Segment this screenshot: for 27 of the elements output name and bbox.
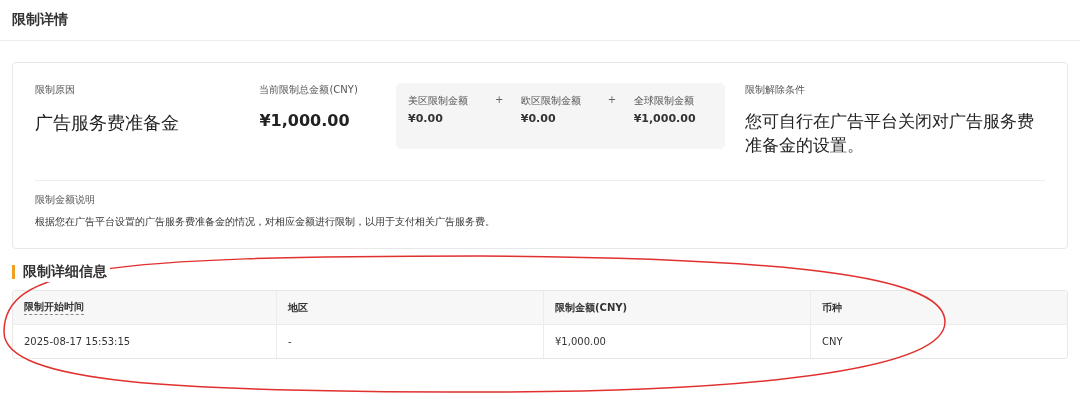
description-text: 根据您在广告平台设置的广告服务费准备金的情况，对相应金额进行限制，以用于支付相关广告服务费。 [35, 215, 496, 229]
column-header: 币种 [822, 300, 842, 315]
page-title: 限制详情 [12, 11, 68, 29]
table-cell: ¥1,000.00 [555, 336, 606, 347]
amount-value: ¥0.00 [520, 112, 557, 125]
plus-sign: + [606, 94, 618, 105]
field-label: 限制解除条件 [745, 83, 806, 97]
field-value: 您可自行在广告平台关闭对广告服务费准备金的设置。 [745, 110, 1035, 157]
amount-value: ¥0.00 [408, 112, 444, 125]
section-marker [12, 265, 15, 279]
field-label: 当前限制总金额(CNY) [259, 83, 359, 97]
field-label: 限制金额说明 [35, 193, 96, 207]
field-label: 欧区限制金额 [520, 94, 582, 108]
field-label: 限制原因 [35, 83, 76, 97]
plus-sign: + [493, 94, 505, 105]
column-header: 限制金额(CNY) [555, 300, 628, 315]
table-cell: - [288, 336, 292, 347]
field-label: 美区限制金额 [408, 94, 469, 108]
field-label: 全球限制金额 [633, 94, 695, 108]
table-cell: 2025-08-17 15:53:15 [24, 336, 131, 347]
table-cell: CNY [822, 336, 843, 347]
column-header: 限制开始时间 [24, 300, 84, 315]
amount-value: ¥1,000.00 [633, 112, 697, 125]
amount-value: ¥1,000.00 [259, 111, 351, 130]
column-header: 地区 [288, 300, 308, 315]
section-title: 限制详细信息 [23, 262, 110, 282]
field-value: 广告服务费准备金 [35, 111, 180, 135]
